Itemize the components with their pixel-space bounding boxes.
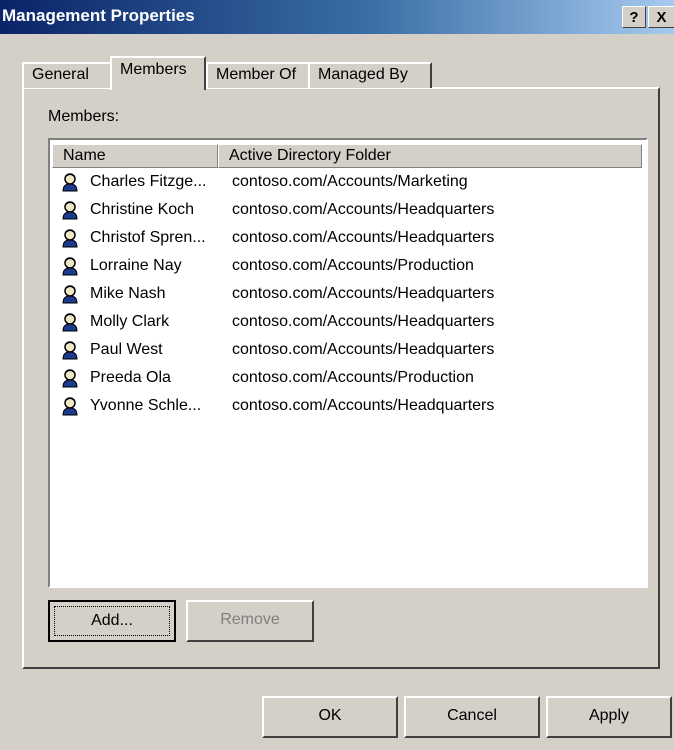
- tab-members[interactable]: Members: [110, 56, 206, 90]
- list-item[interactable]: Yvonne Schle... contoso.com/Accounts/Head…: [60, 392, 640, 420]
- column-header-name[interactable]: Name: [52, 144, 218, 168]
- member-folder: contoso.com/Accounts/Headquarters: [232, 285, 495, 302]
- member-folder: contoso.com/Accounts/Headquarters: [232, 341, 495, 358]
- help-button[interactable]: ?: [622, 6, 646, 28]
- user-icon: [60, 172, 80, 192]
- column-header-folder[interactable]: Active Directory Folder: [218, 144, 642, 168]
- ok-button[interactable]: OK: [262, 696, 398, 738]
- close-button[interactable]: X: [648, 6, 674, 28]
- members-label: Members:: [48, 108, 119, 126]
- list-item[interactable]: Paul West contoso.com/Accounts/Headquarte…: [60, 336, 640, 364]
- member-folder: contoso.com/Accounts/Production: [232, 369, 474, 386]
- member-name: Paul West: [90, 341, 163, 358]
- user-icon: [60, 228, 80, 248]
- add-button-label: Add...: [54, 606, 170, 636]
- user-icon: [60, 312, 80, 332]
- user-icon: [60, 200, 80, 220]
- member-folder: contoso.com/Accounts/Headquarters: [232, 201, 495, 218]
- members-label-text: Members:: [48, 108, 120, 125]
- title-bar[interactable]: Management Properties ? X: [0, 0, 674, 34]
- user-icon: [60, 368, 80, 388]
- window-title: Management Properties: [2, 6, 195, 25]
- member-folder: contoso.com/Accounts/Marketing: [232, 173, 468, 190]
- apply-button[interactable]: Apply: [546, 696, 672, 738]
- cancel-button[interactable]: Cancel: [404, 696, 540, 738]
- members-list[interactable]: Name Active Directory Folder Charles Fit…: [48, 138, 648, 588]
- member-folder: contoso.com/Accounts/Headquarters: [232, 313, 495, 330]
- user-icon: [60, 340, 80, 360]
- list-item[interactable]: Charles Fitzge... contoso.com/Accounts/Ma…: [60, 168, 640, 196]
- add-button[interactable]: Add...: [48, 600, 176, 642]
- member-folder: contoso.com/Accounts/Production: [232, 257, 474, 274]
- remove-button[interactable]: Remove: [186, 600, 314, 642]
- member-name: Christine Koch: [90, 201, 195, 218]
- member-name: Charles Fitzge...: [90, 173, 207, 190]
- member-folder: contoso.com/Accounts/Headquarters: [232, 397, 495, 414]
- list-item[interactable]: Mike Nash contoso.com/Accounts/Headquarte…: [60, 280, 640, 308]
- tab-managed-by[interactable]: Managed By: [308, 62, 432, 88]
- user-icon: [60, 256, 80, 276]
- member-name: Molly Clark: [90, 313, 170, 330]
- member-name: Lorraine Nay: [90, 257, 182, 274]
- user-icon: [60, 396, 80, 416]
- tab-general[interactable]: General: [22, 62, 112, 88]
- user-icon: [60, 284, 80, 304]
- member-name: Preeda Ola: [90, 369, 171, 386]
- list-item[interactable]: Preeda Ola contoso.com/Accounts/Productio…: [60, 364, 640, 392]
- member-name: Christof Spren...: [90, 229, 206, 246]
- list-item[interactable]: Lorraine Nay contoso.com/Accounts/Product…: [60, 252, 640, 280]
- list-item[interactable]: Christof Spren... contoso.com/Accounts/He…: [60, 224, 640, 252]
- member-folder: contoso.com/Accounts/Headquarters: [232, 229, 495, 246]
- member-name: Mike Nash: [90, 285, 166, 302]
- list-item[interactable]: Molly Clark contoso.com/Accounts/Headquar…: [60, 308, 640, 336]
- list-item[interactable]: Christine Koch contoso.com/Accounts/Headq…: [60, 196, 640, 224]
- tab-member-of[interactable]: Member Of: [206, 62, 310, 88]
- member-name: Yvonne Schle...: [90, 397, 202, 414]
